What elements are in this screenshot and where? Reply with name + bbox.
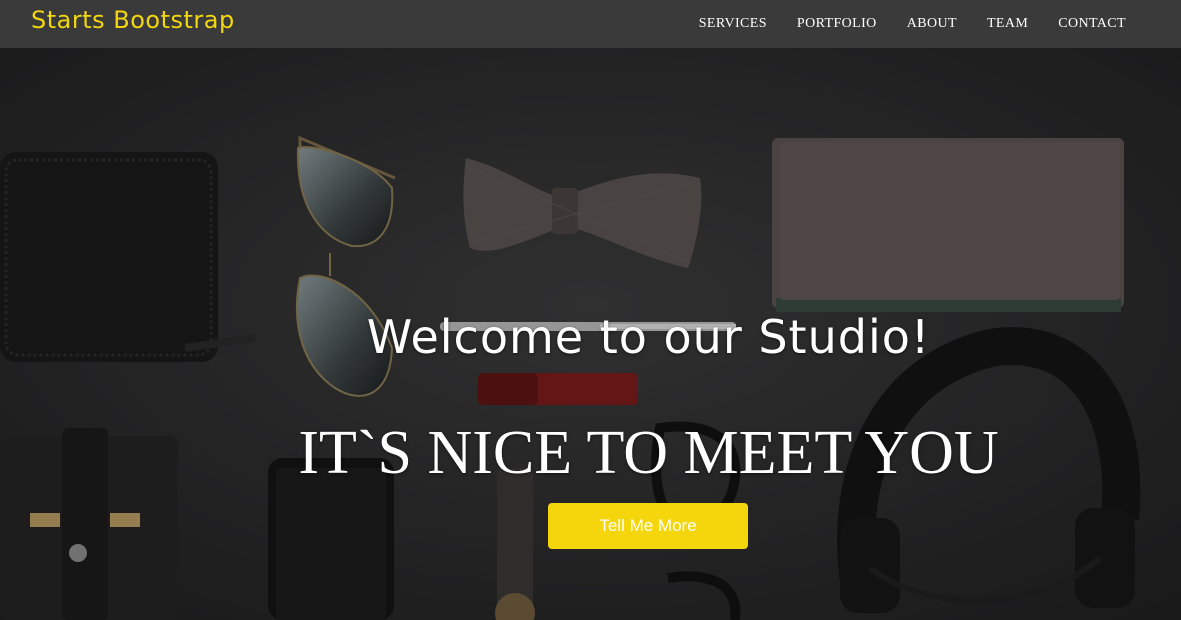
nav-links: SERVICES PORTFOLIO ABOUT TEAM CONTACT xyxy=(669,0,1126,48)
nav-link-contact[interactable]: CONTACT xyxy=(1058,16,1126,32)
nav-link-services[interactable]: SERVICES xyxy=(699,16,767,32)
nav-link-portfolio[interactable]: PORTFOLIO xyxy=(797,16,877,32)
hero-lead-text: Welcome to our Studio! xyxy=(366,310,931,364)
hero-section: Welcome to our Studio! IT`S NICE TO MEET… xyxy=(0,48,1181,620)
brand-logo[interactable]: Starts Bootstrap xyxy=(31,6,235,34)
nav-link-about[interactable]: ABOUT xyxy=(907,16,957,32)
navbar: Starts Bootstrap SERVICES PORTFOLIO ABOU… xyxy=(0,0,1181,48)
page: Starts Bootstrap SERVICES PORTFOLIO ABOU… xyxy=(0,0,1181,620)
hero-heading: IT`S NICE TO MEET YOU xyxy=(298,419,999,487)
tell-me-more-button[interactable]: Tell Me More xyxy=(548,503,748,549)
nav-link-team[interactable]: TEAM xyxy=(987,16,1028,32)
